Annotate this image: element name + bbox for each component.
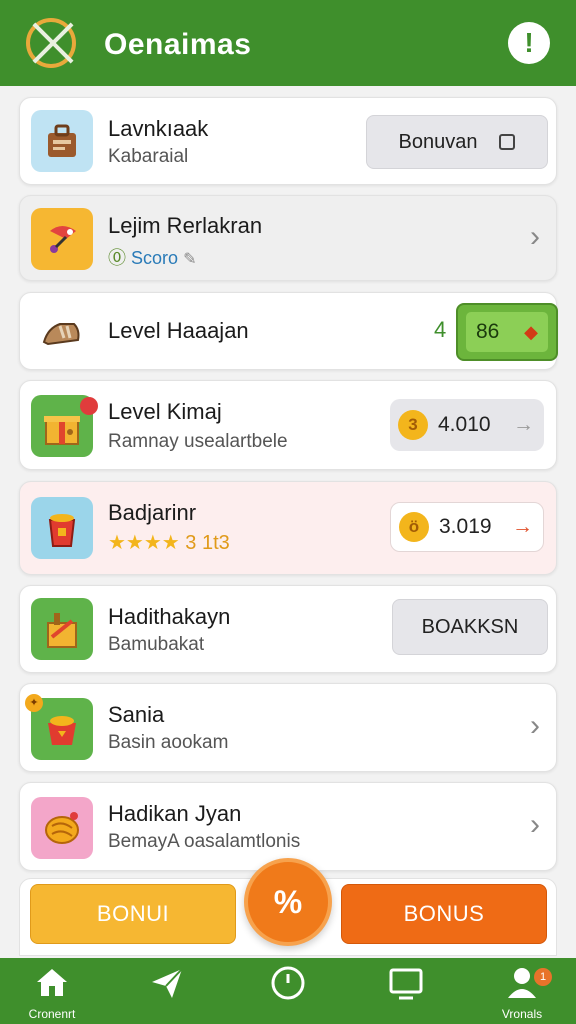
item-title: Level Kimaj xyxy=(108,399,222,424)
home-icon xyxy=(37,969,67,996)
bonus-right-button[interactable]: BONUS xyxy=(341,884,547,944)
list-item[interactable]: Lavnkıaak Kabaraial Bonuvan xyxy=(19,97,557,185)
item-title: Lejim Rerlakran xyxy=(108,213,263,238)
diamond-icon: ◆ xyxy=(524,321,538,342)
item-title: Hadikan Jyan xyxy=(108,801,242,826)
bottom-navigation: Cronenrt Vronals 1 xyxy=(0,958,576,1024)
nav-home[interactable]: Cronenrt xyxy=(12,964,92,1024)
arrow-right-icon: → xyxy=(513,413,534,436)
rocket-icon xyxy=(31,208,93,270)
coin-value: 3.019 xyxy=(439,515,492,538)
list-item[interactable]: ✦ Sania Basin aookam › xyxy=(19,683,557,772)
book-button[interactable]: BOAKKSN xyxy=(392,599,548,655)
nav-send[interactable] xyxy=(127,964,207,1024)
bonus-button-label: Bonuvan xyxy=(398,130,478,153)
level-badge-value: 86 xyxy=(476,320,500,343)
percent-icon: % xyxy=(273,883,303,920)
nav-tv[interactable] xyxy=(366,964,446,1024)
nav-profile-label: Vronals xyxy=(501,1007,543,1021)
coin-icon: ö xyxy=(399,512,429,542)
chevron-right-icon[interactable]: › xyxy=(530,810,540,840)
status-icon: ⓪ xyxy=(108,248,126,268)
level-badge[interactable]: 86 ◆ xyxy=(456,303,558,361)
arrow-right-icon: → xyxy=(512,515,533,538)
item-subtitle: Basin aookam xyxy=(108,732,229,753)
item-subtitle: BemayA oasalamtlonis xyxy=(108,831,301,852)
list-item[interactable]: Level Kimaj Ramnay usealartbele 3 4.010 … xyxy=(19,380,557,470)
rating: ★★★★ 3 1t3 xyxy=(108,530,230,555)
logo-icon xyxy=(26,18,76,68)
item-title: Hadithakayn xyxy=(108,604,231,629)
pen-icon: ✎ xyxy=(183,251,197,268)
item-title: Sania xyxy=(108,702,165,727)
bucket-icon xyxy=(31,497,93,559)
item-subtitle: Kabaraial xyxy=(108,146,189,167)
nav-profile[interactable]: Vronals 1 xyxy=(482,964,562,1024)
coin-value-pill[interactable]: ö 3.019 → xyxy=(390,502,544,552)
sparkle-icon: ✦ xyxy=(25,694,43,712)
shopping-bag-icon xyxy=(31,598,93,660)
app-title: Oenaimas xyxy=(104,28,252,61)
coin-value: 4.010 xyxy=(438,413,491,436)
coin-icon: 3 xyxy=(398,410,428,440)
item-title: Lavnkıaak xyxy=(108,116,209,141)
app-header: Oenaimas ! xyxy=(0,0,576,86)
coin-value-pill[interactable]: 3 4.010 → xyxy=(390,399,544,451)
score-label: Scoro xyxy=(131,248,179,268)
level-number: 4 xyxy=(434,317,447,342)
nav-clock[interactable] xyxy=(248,964,328,1024)
rating-text: 3 1t3 xyxy=(185,532,230,554)
notification-dot-icon xyxy=(80,397,98,415)
item-subtitle: ⓪ Scoro ✎ xyxy=(108,244,196,270)
bonus-button[interactable]: Bonuvan xyxy=(366,115,548,169)
item-title: Level Haaajan xyxy=(108,318,249,343)
list-item[interactable]: Level Haaajan 4 86 ◆ xyxy=(19,292,558,370)
candy-icon xyxy=(31,797,93,859)
clock-icon xyxy=(271,966,305,1000)
list-item[interactable]: Lejim Rerlakran ⓪ Scoro ✎ › xyxy=(19,195,557,281)
tv-icon xyxy=(389,968,423,1000)
notification-badge: 1 xyxy=(534,968,552,986)
star-icon: ★★★★ xyxy=(108,532,180,554)
percent-fab-button[interactable]: % xyxy=(244,858,332,946)
chevron-right-icon[interactable]: › xyxy=(530,711,540,741)
alert-icon[interactable]: ! xyxy=(508,22,550,64)
list-item[interactable]: Badjarinr ★★★★ 3 1t3 ö 3.019 → xyxy=(19,481,557,575)
chevron-right-icon[interactable]: › xyxy=(530,222,540,252)
shoe-icon xyxy=(31,301,93,363)
item-title: Badjarinr xyxy=(108,500,197,525)
item-subtitle: Ramnay usealartbele xyxy=(108,431,288,452)
checkbox-icon[interactable] xyxy=(499,134,516,150)
bonus-left-button[interactable]: BONUI xyxy=(30,884,236,944)
list-item[interactable]: Hadithakayn Bamubakat BOAKKSN xyxy=(19,585,557,673)
briefcase-icon xyxy=(31,110,93,172)
item-subtitle: Bamubakat xyxy=(108,634,205,655)
send-icon xyxy=(152,968,183,998)
nav-home-label: Cronenrt xyxy=(28,1007,76,1021)
